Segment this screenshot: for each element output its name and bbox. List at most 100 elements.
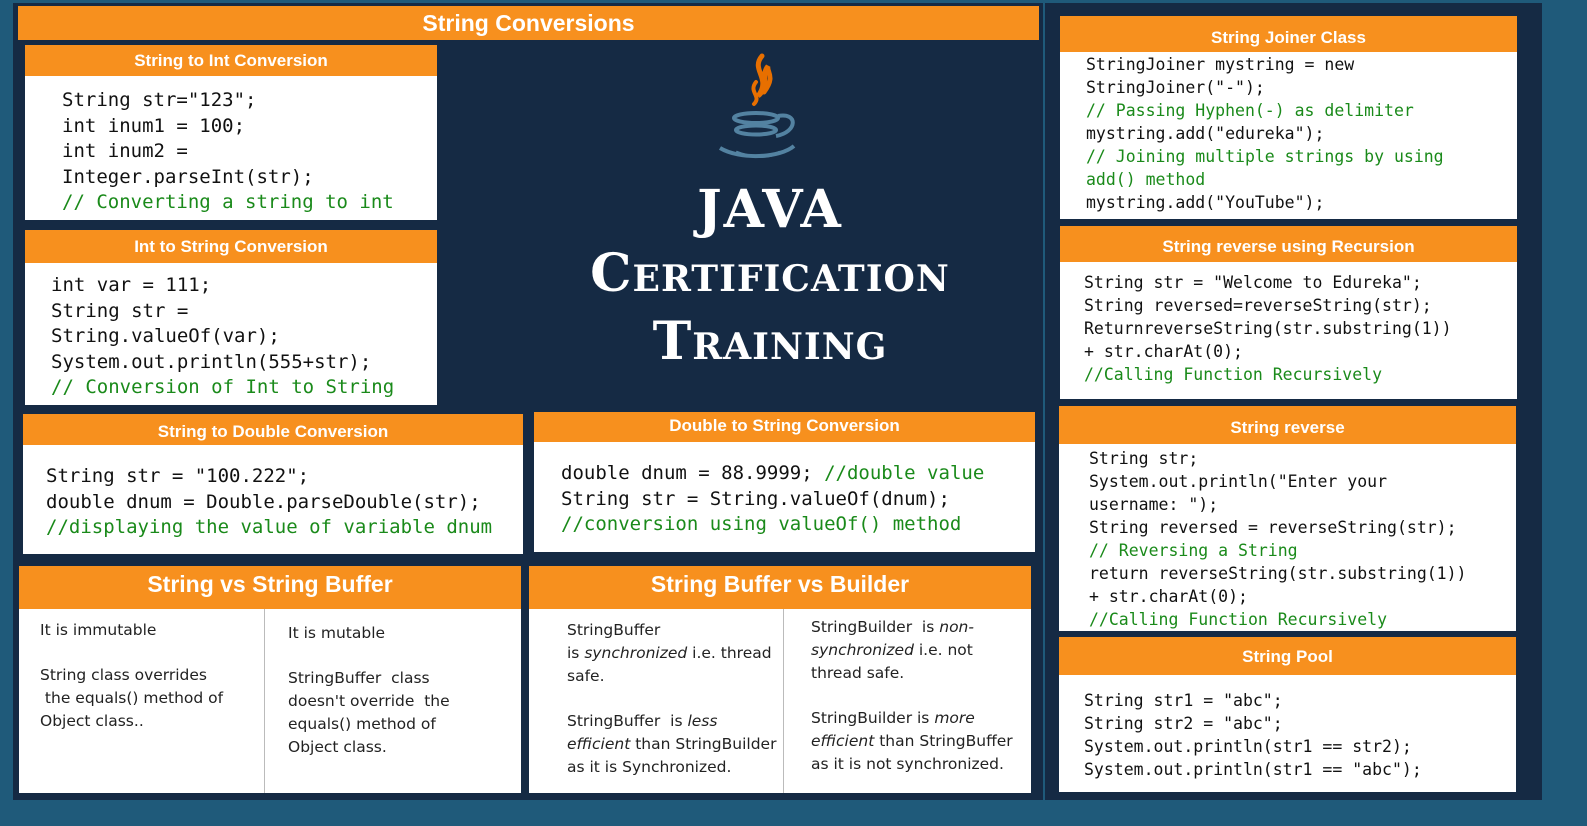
- stringbuffer-column: It is mutable StringBuffer class doesn't…: [265, 609, 521, 793]
- text-line: StringBuffer is less: [567, 710, 783, 733]
- panel-string-vs-stringbuffer: String vs String Buffer It is immutable …: [19, 566, 521, 793]
- panel-string-to-double: String to Double Conversion String str =…: [23, 414, 523, 554]
- text-line: Object class.: [288, 738, 387, 756]
- text-line: StringBuffer: [567, 621, 661, 639]
- text-line: doesn't override the: [288, 692, 450, 710]
- panel-string-joiner: String Joiner Class StringJoiner mystrin…: [1060, 16, 1517, 219]
- code-block: String str = "Welcome to Edureka"; String…: [1060, 262, 1517, 399]
- code-block: String str="123"; int inum1 = 100; int inu…: [25, 76, 437, 220]
- center-title-line2: Certification: [590, 243, 950, 304]
- code-line: Integer.parseInt(str);: [62, 165, 314, 188]
- text-line: as it is Synchronized.: [567, 758, 732, 776]
- panel-title: String Pool: [1059, 637, 1516, 675]
- code-line: String str = String.valueOf(dnum);: [561, 487, 950, 510]
- code-line: System.out.println(555+str);: [51, 350, 372, 373]
- text-line: is synchronized i.e. thread: [567, 642, 783, 665]
- panel-int-to-string: Int to String Conversion int var = 111; S…: [25, 230, 437, 405]
- panel-title: Double to String Conversion: [534, 412, 1035, 442]
- code-comment: //Calling Function Recursively: [1089, 610, 1388, 629]
- center-title: JAVA Certification Training: [440, 180, 1100, 376]
- code-comment: // Passing Hyphen(-) as delimiter: [1086, 101, 1414, 120]
- code-line: String str = "Welcome to Edureka";: [1084, 273, 1422, 292]
- panel-string-reverse-recursion: String reverse using Recursion String st…: [1060, 226, 1517, 399]
- java-logo-icon: [718, 53, 796, 158]
- main-title-bar: String Conversions: [18, 6, 1039, 40]
- code-line: String.valueOf(var);: [51, 325, 280, 347]
- panel-string-to-int: String to Int Conversion String str="123…: [25, 45, 437, 220]
- text-span: StringBuilder is: [811, 618, 940, 636]
- code-line: double dnum = Double.parseDouble(str);: [46, 490, 481, 513]
- comparison-body: It is immutable String class overrides t…: [19, 609, 521, 793]
- code-comment: //Calling Function Recursively: [1084, 365, 1383, 384]
- code-line: StringJoiner mystring = new: [1086, 55, 1355, 74]
- code-line: double dnum = 88.9999; //double value: [561, 461, 1035, 487]
- code-line: System.out.println(str1 == str2);: [1084, 737, 1412, 756]
- text-line: StringBuilder is non-: [811, 616, 1031, 639]
- code-comment: // Joining multiple strings by using: [1086, 147, 1444, 166]
- italic-text: efficient: [567, 735, 631, 753]
- text-span: i.e. thread: [687, 644, 772, 662]
- code-line: String str;: [1089, 449, 1199, 468]
- text-line: equals() method of: [288, 715, 436, 733]
- code-line: int inum2 =: [62, 140, 188, 162]
- text-line: efficient than StringBuffer: [811, 730, 1031, 753]
- panel-title: String to Int Conversion: [25, 45, 437, 76]
- text-line: as it is not synchronized.: [811, 755, 1004, 773]
- text-span: StringBuffer is: [567, 712, 688, 730]
- code-block: String str1 = "abc"; String str2 = "abc";…: [1059, 675, 1516, 792]
- code-line: String str="123";: [62, 89, 257, 111]
- italic-text: non-: [939, 618, 974, 636]
- panel-double-to-string: Double to String Conversion double dnum …: [534, 412, 1035, 552]
- center-title-line1: JAVA: [697, 179, 843, 240]
- stringbuilder-column: StringBuilder is non- synchronized i.e. …: [784, 609, 1031, 793]
- text-line: Object class..: [40, 712, 144, 730]
- code-line: String str =: [51, 299, 189, 322]
- text-span: is: [567, 644, 585, 662]
- code-line: String str1 = "abc";: [1084, 691, 1283, 710]
- text-line: synchronized i.e. not: [811, 639, 1031, 662]
- code-line: mystring.add("YouTube");: [1086, 193, 1325, 212]
- panel-title: String Joiner Class: [1060, 16, 1517, 52]
- text-span: StringBuilder is: [811, 709, 935, 727]
- italic-text: more: [934, 709, 975, 727]
- comparison-body: StringBuffer is synchronized i.e. thread…: [529, 609, 1031, 793]
- code-line: + str.charAt(0);: [1089, 587, 1248, 606]
- code-line: + str.charAt(0);: [1084, 342, 1243, 361]
- code-block: double dnum = 88.9999; //double value Str…: [534, 442, 1035, 552]
- code-line: ReturnreverseString(str.substring(1)): [1084, 319, 1452, 338]
- code-block: String str; System.out.println("Enter you…: [1059, 444, 1516, 631]
- string-column: It is immutable String class overrides t…: [19, 609, 264, 793]
- text-line: It is mutable: [288, 624, 386, 642]
- code-comment: //conversion using valueOf() method: [561, 513, 962, 535]
- panel-string-reverse: String reverse String str; System.out.pri…: [1059, 406, 1516, 631]
- code-text: double dnum = 88.9999;: [561, 462, 825, 484]
- code-comment: add() method: [1086, 170, 1206, 189]
- code-line: int inum1 = 100;: [62, 114, 246, 137]
- code-comment: // Conversion of Int to String: [51, 376, 395, 398]
- panel-title: Int to String Conversion: [25, 230, 437, 263]
- center-title-line3: Training: [652, 311, 888, 372]
- text-line: It is immutable: [40, 621, 157, 639]
- text-span: than StringBuffer: [874, 732, 1013, 750]
- text-line: String class overrides: [40, 666, 208, 684]
- text-line: efficient than StringBuilder: [567, 733, 783, 756]
- text-line: thread safe.: [811, 664, 905, 682]
- panel-title: String to Double Conversion: [23, 414, 523, 445]
- text-line: safe.: [567, 667, 605, 685]
- code-block: int var = 111; String str = String.valueOf…: [25, 263, 437, 405]
- code-comment: // Converting a string to int: [62, 191, 394, 213]
- code-block: String str = "100.222"; double dnum = Dou…: [23, 445, 523, 554]
- code-line: String reversed=reverseString(str);: [1084, 296, 1432, 315]
- panel-title: String Buffer vs Builder: [529, 566, 1031, 609]
- code-line: String reversed = reverseString(str);: [1089, 518, 1457, 537]
- text-span: i.e. not: [913, 641, 973, 659]
- text-line: the equals() method of: [40, 689, 224, 707]
- italic-text: synchronized: [811, 641, 914, 659]
- code-line: mystring.add("edureka");: [1086, 124, 1325, 143]
- code-line: int var = 111;: [51, 274, 212, 296]
- code-line: String str = "100.222";: [46, 465, 310, 487]
- panel-title: String vs String Buffer: [19, 566, 521, 609]
- code-line: System.out.println("Enter your: [1089, 472, 1388, 491]
- text-line: StringBuffer class: [288, 669, 430, 687]
- code-line: System.out.println(str1 == "abc");: [1084, 760, 1422, 779]
